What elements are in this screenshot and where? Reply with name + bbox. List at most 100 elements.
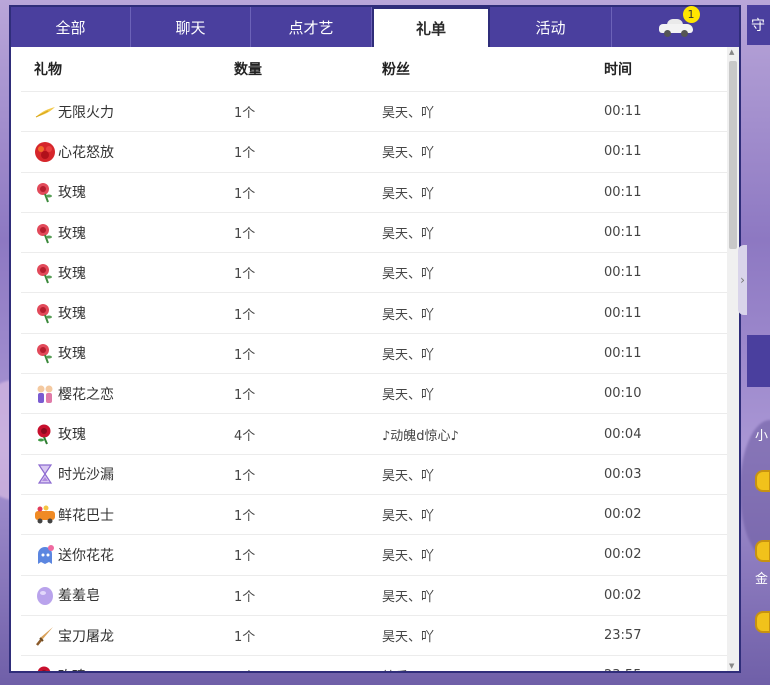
table-row: 宝刀屠龙 1个 昊天、吖 23:57 — [21, 614, 727, 655]
quantity-cell: 1个 — [234, 186, 256, 202]
gift-name: 时光沙漏 — [58, 467, 114, 484]
table-row: 玫瑰 4个 ♪动魄d惊心♪ 00:04 — [21, 413, 727, 453]
fan-cell: 纯乐y♂ — [382, 666, 604, 671]
table-row: 玫瑰 1个 昊天、吖 00:11 — [21, 332, 727, 373]
sword-icon — [34, 625, 56, 647]
fan-cell: 昊天、吖 — [382, 468, 435, 484]
fan-cell: ♪动魄d惊心♪ — [382, 428, 459, 444]
gift-cell: 无限火力 — [21, 101, 234, 123]
gift-name: 心花怒放 — [58, 144, 114, 161]
column-header-time: 时间 — [604, 62, 632, 78]
gift-name: 玫瑰 — [58, 306, 86, 323]
quantity-cell: 1个 — [234, 388, 256, 404]
rose-icon — [34, 181, 56, 203]
tab-car[interactable]: 1 — [612, 6, 739, 47]
tab-all[interactable]: 全部 — [11, 7, 131, 47]
coin-icon — [755, 611, 770, 633]
quantity-cell: 1个 — [234, 267, 256, 283]
rose-icon — [34, 342, 56, 364]
scroll-up-arrow-icon[interactable]: ▲ — [729, 48, 734, 56]
right-panel-tab[interactable]: 守 — [747, 5, 770, 45]
quantity-cell: 1个 — [234, 589, 256, 605]
gift-name: 鲜花巴士 — [58, 507, 114, 524]
gift-cell: 玫瑰 — [21, 665, 234, 671]
scroll-down-arrow-icon[interactable]: ▼ — [729, 662, 734, 670]
fan-cell: 昊天、吖 — [382, 146, 435, 162]
fan-cell: 昊天、吖 — [382, 227, 435, 243]
feather-icon — [34, 101, 56, 123]
time-cell: 00:02 — [604, 587, 642, 603]
tab-activity[interactable]: 活动 — [490, 7, 612, 47]
quantity-cell: 1个 — [234, 106, 256, 122]
gift-name: 羞羞皂 — [58, 588, 100, 605]
time-cell: 00:02 — [604, 547, 642, 563]
time-cell: 00:03 — [604, 466, 642, 482]
ghost-flower-icon — [34, 544, 56, 566]
time-cell: 00:11 — [604, 104, 642, 120]
fan-cell: 昊天、吖 — [382, 267, 435, 283]
vertical-scrollbar[interactable]: ▲ ▼ — [727, 47, 739, 671]
gift-cell: 鲜花巴士 — [21, 504, 234, 526]
quantity-cell: 3个 — [234, 666, 382, 671]
table-row: 心花怒放 1个 昊天、吖 00:11 — [21, 131, 727, 171]
quantity-cell: 1个 — [234, 468, 256, 484]
fan-cell: 昊天、吖 — [382, 509, 435, 525]
time-cell: 23:55 — [604, 668, 714, 671]
quantity-cell: 4个 — [234, 428, 256, 444]
time-cell: 00:11 — [604, 184, 642, 200]
gift-cell: 玫瑰 — [21, 222, 234, 244]
table-row: 鲜花巴士 1个 昊天、吖 00:02 — [21, 493, 727, 534]
gift-list-panel: 全部 聊天 点才艺 礼单 活动 1 礼物 数量 粉丝 时间 无限火力 1个 昊天、吖… — [9, 5, 741, 673]
time-cell: 00:11 — [604, 265, 642, 281]
column-header-quantity: 数量 — [234, 62, 262, 78]
table-row: 玫瑰 1个 昊天、吖 00:11 — [21, 171, 727, 212]
heart-flower-icon — [34, 141, 56, 163]
tab-bar: 全部 聊天 点才艺 礼单 活动 1 — [11, 6, 739, 47]
gift-cell: 心花怒放 — [21, 141, 234, 163]
column-header-gift: 礼物 — [34, 62, 62, 78]
chevron-right-icon: › — [740, 273, 745, 287]
rose-icon — [34, 262, 56, 284]
quantity-cell: 1个 — [234, 146, 256, 162]
tab-gift-list[interactable]: 礼单 — [372, 7, 490, 47]
quantity-cell: 1个 — [234, 347, 256, 363]
gift-name: 玫瑰 — [58, 427, 86, 444]
tab-label: 活动 — [535, 18, 566, 37]
gift-table: 礼物 数量 粉丝 时间 无限火力 1个 昊天、吖 00:11 心花怒放 1个 昊天、吖 00:… — [21, 47, 727, 671]
fan-cell: 昊天、吖 — [382, 106, 435, 122]
fan-cell: 昊天、吖 — [382, 186, 435, 202]
tab-label: 点才艺 — [288, 18, 334, 37]
red-rose-icon — [34, 423, 56, 445]
collapse-panel-toggle[interactable]: › — [738, 245, 747, 315]
couple-icon — [34, 383, 56, 405]
fan-cell: 昊天、吖 — [382, 630, 435, 645]
time-cell: 00:11 — [604, 345, 642, 361]
time-cell: 00:11 — [604, 305, 642, 321]
table-row: 玫瑰 1个 昊天、吖 00:11 — [21, 211, 727, 252]
gift-cell: 羞羞皂 — [21, 584, 234, 606]
tab-label: 全部 — [55, 18, 86, 37]
quantity-cell: 1个 — [234, 509, 256, 525]
hourglass-icon — [34, 463, 56, 485]
scroll-thumb[interactable] — [729, 61, 737, 249]
tab-label: 聊天 — [175, 18, 206, 37]
tab-chat[interactable]: 聊天 — [131, 7, 251, 47]
time-cell: 00:04 — [604, 426, 642, 442]
time-cell: 00:11 — [604, 225, 642, 241]
tab-talent[interactable]: 点才艺 — [251, 7, 372, 47]
quantity-cell: 1个 — [234, 630, 256, 645]
quantity-cell: 1个 — [234, 307, 256, 323]
time-cell: 00:11 — [604, 144, 642, 160]
gift-name: 玫瑰 — [58, 265, 86, 282]
table-row: 羞羞皂 1个 昊天、吖 00:02 — [21, 574, 727, 615]
time-cell: 23:57 — [604, 628, 642, 643]
table-body: 无限火力 1个 昊天、吖 00:11 心花怒放 1个 昊天、吖 00:11 玫瑰 1个 昊天、吖 00… — [21, 91, 727, 671]
table-row: 玫瑰 3个纯乐y♂23:55 — [21, 655, 727, 671]
gift-cell: 玫瑰 — [21, 181, 234, 203]
table-row: 送你花花 1个 昊天、吖 00:02 — [21, 534, 727, 574]
right-panel-band — [747, 335, 770, 387]
tab-label: 礼单 — [415, 19, 446, 38]
rose-icon — [34, 302, 56, 324]
column-header-fan: 粉丝 — [382, 62, 410, 78]
right-panel-text: 金 — [755, 572, 769, 587]
